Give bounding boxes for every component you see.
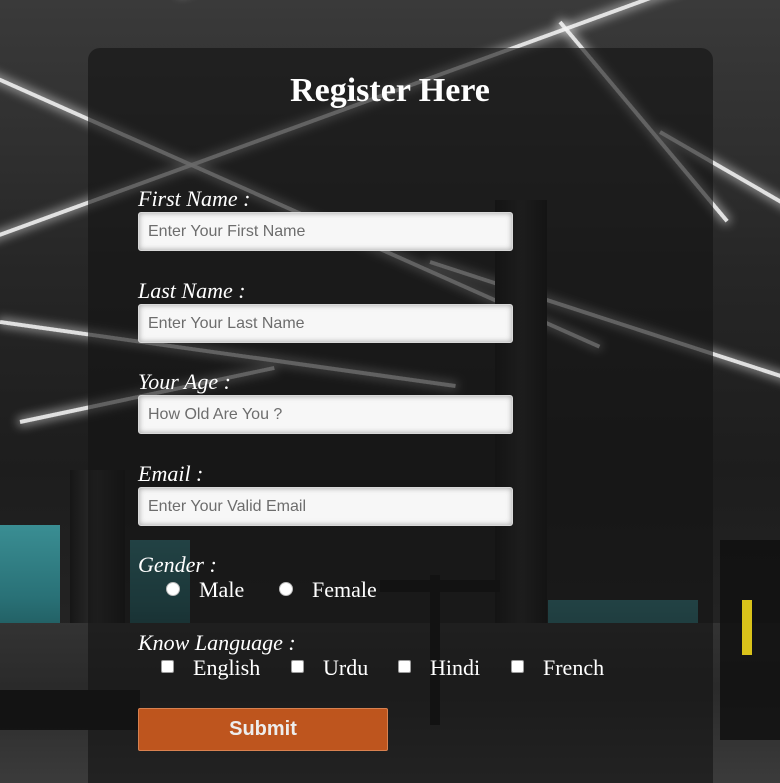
gender-female-radio[interactable] <box>279 582 293 596</box>
page-title: Register Here <box>290 72 490 109</box>
gender-female-label: Female <box>312 577 377 602</box>
first-name-label: First Name : <box>138 186 251 211</box>
language-english-label: English <box>193 655 261 680</box>
language-french-checkbox[interactable] <box>511 660 524 673</box>
language-english-checkbox[interactable] <box>161 660 174 673</box>
language-urdu-checkbox[interactable] <box>291 660 304 673</box>
gender-male-radio[interactable] <box>166 582 180 596</box>
email-label: Email : <box>138 461 204 486</box>
age-input[interactable] <box>138 395 513 434</box>
language-french-label: French <box>543 655 605 680</box>
language-hindi-label: Hindi <box>430 655 481 680</box>
language-hindi-checkbox[interactable] <box>398 660 411 673</box>
submit-button[interactable]: Submit <box>138 708 388 751</box>
gender-male-label: Male <box>199 577 245 602</box>
email-input[interactable] <box>138 487 513 526</box>
age-label: Your Age : <box>138 369 231 394</box>
first-name-input[interactable] <box>138 212 513 251</box>
language-label: Know Language : <box>138 630 296 655</box>
last-name-label: Last Name : <box>138 278 246 303</box>
last-name-input[interactable] <box>138 304 513 343</box>
gender-label: Gender : <box>138 552 217 577</box>
language-urdu-label: Urdu <box>323 655 369 680</box>
